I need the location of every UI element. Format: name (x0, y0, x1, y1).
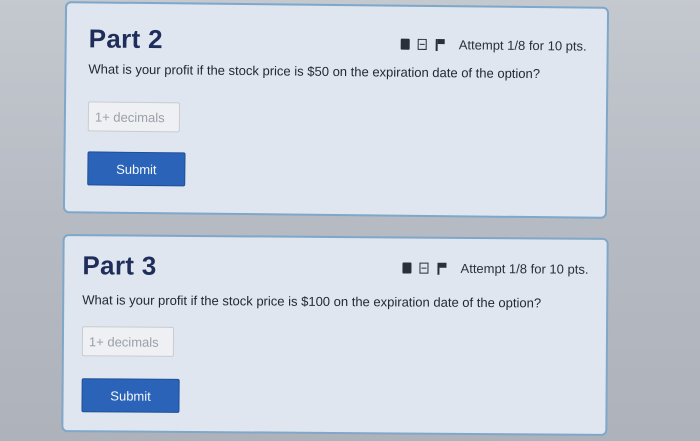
attempt-info: Attempt 1/8 for 10 pts. (458, 37, 587, 54)
question-text: What is your profit if the stock price i… (82, 292, 542, 311)
attempt-info: Attempt 1/8 for 10 pts. (460, 260, 589, 277)
question-text: What is your profit if the stock price i… (88, 61, 541, 82)
part-title: Part 2 (88, 23, 163, 55)
question-card-part-2: Part 2 Attempt 1/8 for 10 pts. What is y… (62, 1, 610, 219)
flag-icon[interactable] (437, 262, 447, 274)
answer-input[interactable] (87, 101, 181, 133)
flag-icon[interactable] (435, 39, 445, 51)
submit-button[interactable]: Submit (81, 378, 180, 413)
question-toolbar: Attempt 1/8 for 10 pts. (400, 37, 587, 54)
book-icon[interactable] (400, 38, 410, 50)
question-card-part-3: Part 3 Attempt 1/8 for 10 pts. What is y… (61, 234, 609, 436)
question-toolbar: Attempt 1/8 for 10 pts. (402, 260, 589, 277)
part-title: Part 3 (82, 250, 157, 281)
screen-background: Part 2 Attempt 1/8 for 10 pts. What is y… (0, 0, 700, 441)
book-icon[interactable] (402, 262, 412, 274)
submit-button[interactable]: Submit (87, 151, 186, 187)
notes-icon[interactable] (417, 38, 427, 50)
notes-icon[interactable] (419, 262, 429, 274)
answer-input[interactable] (81, 326, 175, 357)
